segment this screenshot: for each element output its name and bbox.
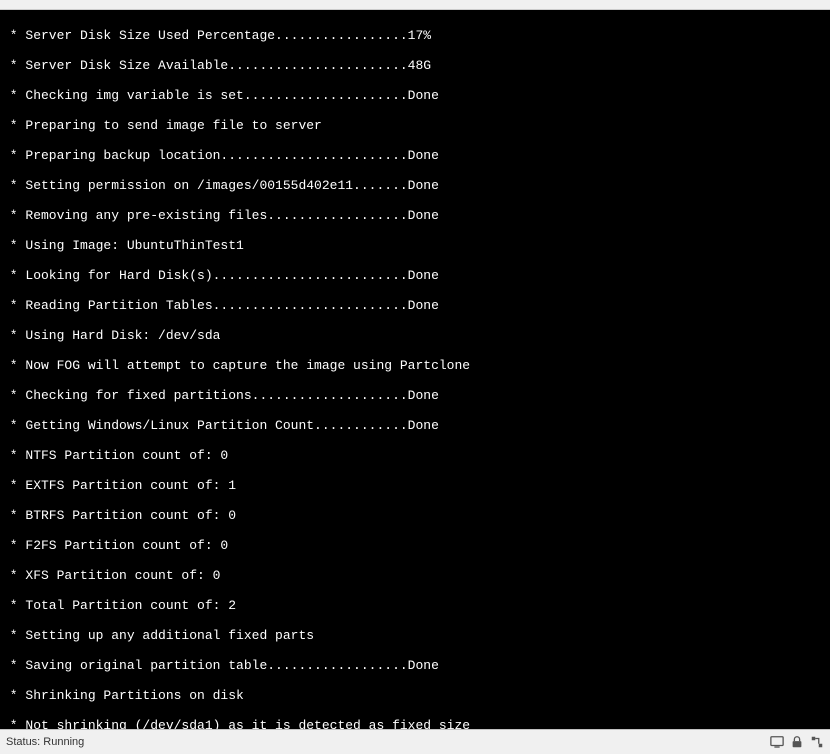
terminal-line: * Preparing to send image file to server	[2, 118, 828, 133]
terminal-line: * Getting Windows/Linux Partition Count.…	[2, 418, 828, 433]
window-toolbar	[0, 0, 830, 10]
terminal-line: * Shrinking Partitions on disk	[2, 688, 828, 703]
terminal-line: * Server Disk Size Available............…	[2, 58, 828, 73]
terminal-line: * Not shrinking (/dev/sda1) as it is det…	[2, 718, 828, 729]
terminal-line: * Setting up any additional fixed parts	[2, 628, 828, 643]
terminal-line: * Removing any pre-existing files.......…	[2, 208, 828, 223]
terminal-line: * Using Image: UbuntuThinTest1	[2, 238, 828, 253]
terminal-line: * NTFS Partition count of: 0	[2, 448, 828, 463]
terminal-line: * F2FS Partition count of: 0	[2, 538, 828, 553]
terminal-line: * EXTFS Partition count of: 1	[2, 478, 828, 493]
terminal-line: * Now FOG will attempt to capture the im…	[2, 358, 828, 373]
terminal-line: * Checking img variable is set..........…	[2, 88, 828, 103]
terminal-line: * Looking for Hard Disk(s)..............…	[2, 268, 828, 283]
terminal-line: * Checking for fixed partitions.........…	[2, 388, 828, 403]
status-text: Status: Running	[6, 736, 84, 748]
terminal-line: * Total Partition count of: 2	[2, 598, 828, 613]
terminal-line: * XFS Partition count of: 0	[2, 568, 828, 583]
terminal-line: * Saving original partition table.......…	[2, 658, 828, 673]
status-bar: Status: Running	[0, 729, 830, 754]
monitor-icon[interactable]	[770, 735, 784, 749]
terminal-line: * Server Disk Size Used Percentage......…	[2, 28, 828, 43]
terminal-line: * Preparing backup location.............…	[2, 148, 828, 163]
terminal-output: * Server Disk Size Used Percentage......…	[0, 10, 830, 729]
network-icon[interactable]	[810, 735, 824, 749]
terminal-line: * BTRFS Partition count of: 0	[2, 508, 828, 523]
terminal-line: * Setting permission on /images/00155d40…	[2, 178, 828, 193]
lock-icon[interactable]	[790, 735, 804, 749]
terminal-line: * Using Hard Disk: /dev/sda	[2, 328, 828, 343]
terminal-line: * Reading Partition Tables..............…	[2, 298, 828, 313]
status-icons	[770, 735, 824, 749]
